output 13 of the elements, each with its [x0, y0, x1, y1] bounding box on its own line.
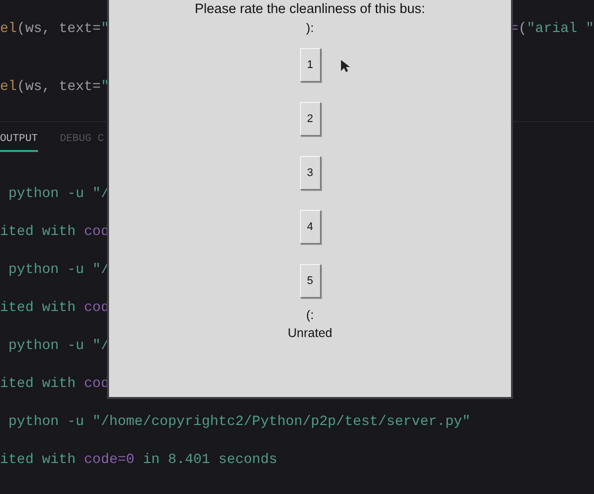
rating-button[interactable]: 5	[300, 264, 320, 298]
panel-tab[interactable]: OUTPUT	[0, 130, 38, 152]
rating-button[interactable]: 1	[300, 48, 320, 82]
frown-text: ):	[306, 21, 314, 36]
smile-text: (:	[306, 308, 314, 323]
rating-button[interactable]: 4	[300, 210, 320, 244]
rating-status: Unrated	[288, 326, 332, 341]
terminal-line: ited with code=0 in 8.401 seconds	[0, 452, 278, 468]
rating-prompt: Please rate the cleanliness of this bus:	[194, 1, 426, 17]
mouse-pointer-icon	[341, 60, 351, 72]
rating-button[interactable]: 3	[300, 156, 320, 190]
rating-button[interactable]: 2	[300, 102, 320, 136]
terminal-line: python -u "/home/copyrightc2/Python/p2p/test/server.py"	[7, 414, 470, 430]
